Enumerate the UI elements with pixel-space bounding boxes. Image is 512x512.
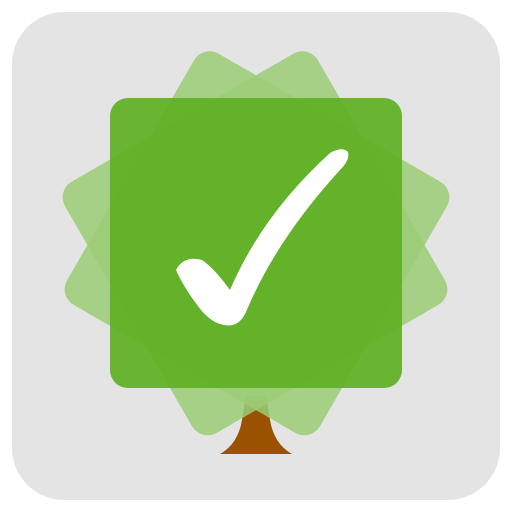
tree-checkmark-icon	[12, 12, 500, 500]
app-icon	[0, 0, 512, 512]
